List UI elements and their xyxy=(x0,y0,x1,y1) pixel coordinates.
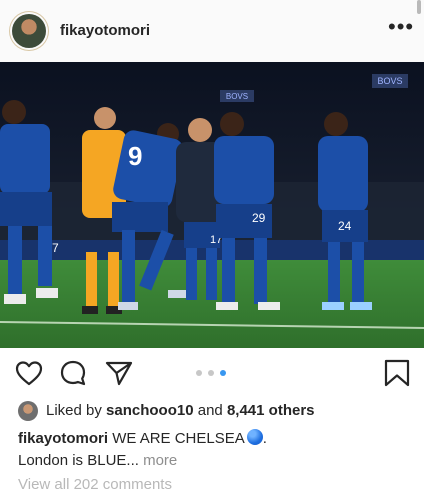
carousel-dot-active[interactable] xyxy=(220,370,226,376)
heart-icon[interactable] xyxy=(14,358,44,388)
post-header: fikayotomori ••• xyxy=(0,0,424,62)
scrollbar-thumb[interactable] xyxy=(417,0,421,14)
likes-text[interactable]: Liked by sanchooo10 and 8,441 others xyxy=(46,400,315,422)
caption-period: . xyxy=(262,430,267,447)
profile-avatar[interactable] xyxy=(12,14,46,48)
ad-board-text-right: BOVS xyxy=(377,76,402,86)
blue-circle-emoji xyxy=(246,429,263,445)
paper-plane-icon[interactable] xyxy=(104,358,134,388)
post-actions xyxy=(0,352,424,392)
caption-text-line2: London is BLUE... xyxy=(18,452,139,469)
photo-illustration: BOVS BOVS 7 9 17 29 24 xyxy=(0,62,424,348)
likes-others[interactable]: 8,441 others xyxy=(227,402,315,419)
comment-icon[interactable] xyxy=(58,358,88,388)
liker-username[interactable]: sanchooo10 xyxy=(106,402,194,419)
likes-and: and xyxy=(197,402,223,419)
liker-avatar[interactable] xyxy=(18,401,38,421)
ad-board-text-left: BOVS xyxy=(226,92,248,101)
carousel-dot[interactable] xyxy=(196,370,202,376)
bookmark-icon[interactable] xyxy=(382,358,412,388)
post-username[interactable]: fikayotomori xyxy=(60,22,150,39)
view-all-comments-link[interactable]: View all 202 comments xyxy=(18,474,172,496)
carousel-dot[interactable] xyxy=(208,370,214,376)
caption-more-link[interactable]: more xyxy=(143,452,177,469)
more-horizontal-icon[interactable]: ••• xyxy=(388,16,413,39)
caption: fikayotomori WE ARE CHELSEA. xyxy=(18,428,267,450)
post-photo[interactable]: BOVS BOVS 7 9 17 29 24 xyxy=(0,62,424,348)
svg-text:24: 24 xyxy=(338,219,352,233)
caption-username[interactable]: fikayotomori xyxy=(18,430,108,447)
svg-text:9: 9 xyxy=(128,141,142,171)
caption-second-line: London is BLUE... more xyxy=(18,450,177,472)
svg-text:7: 7 xyxy=(52,241,59,255)
likes-prefix: Liked by xyxy=(46,402,102,419)
carousel-indicator xyxy=(196,370,236,378)
caption-text: WE ARE CHELSEA xyxy=(112,430,245,447)
svg-text:29: 29 xyxy=(252,211,266,225)
